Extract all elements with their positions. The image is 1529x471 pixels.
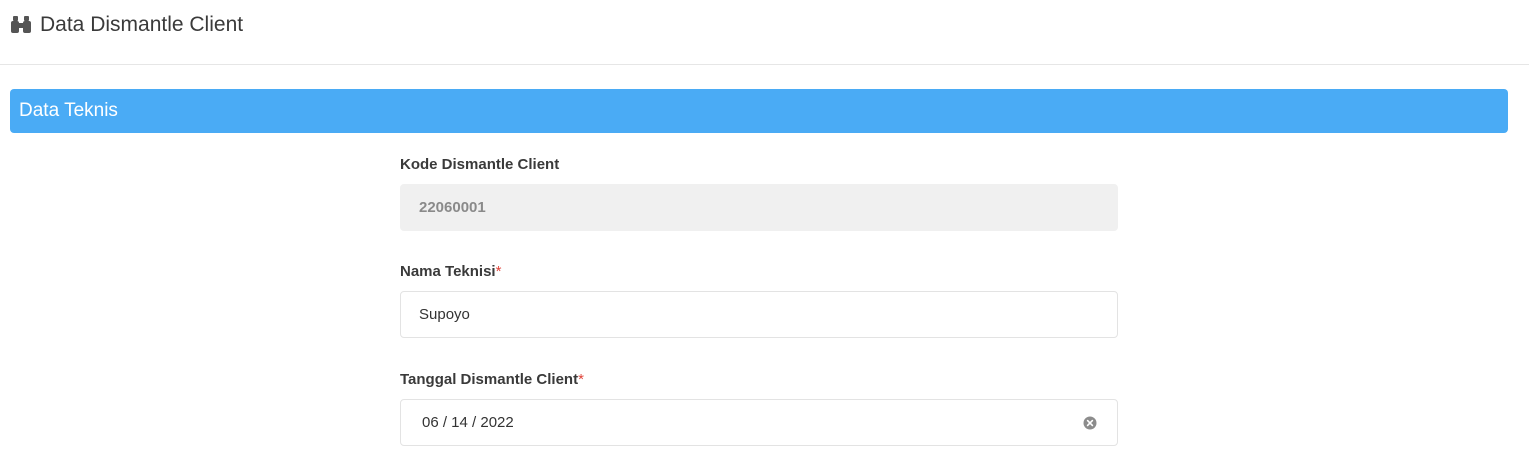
required-mark: * [495,263,502,280]
required-mark: * [578,371,584,388]
nama-teknisi-label: Nama Teknisi* [400,263,502,280]
nama-teknisi-value: Supoyo [419,306,470,323]
kode-dismantle-label: Kode Dismantle Client [400,156,560,173]
page: Data Dismantle Client Data Teknis Kode D… [0,0,1529,471]
binoculars-icon [10,14,32,34]
nama-teknisi-field[interactable]: Supoyo [400,291,1118,338]
tanggal-dismantle-field[interactable]: 06 / 14 / 2022 [400,399,1118,446]
clear-circle-icon[interactable] [1083,416,1097,430]
kode-dismantle-field: 22060001 [400,184,1118,231]
kode-dismantle-value: 22060001 [419,199,486,216]
page-header: Data Dismantle Client [0,0,1529,65]
tanggal-dismantle-value: 06 / 14 / 2022 [422,414,514,431]
section-title: Data Teknis [19,100,118,121]
tanggal-dismantle-label: Tanggal Dismantle Client* [400,371,584,388]
section-header-data-teknis: Data Teknis [10,89,1508,133]
page-title: Data Dismantle Client [40,13,244,36]
